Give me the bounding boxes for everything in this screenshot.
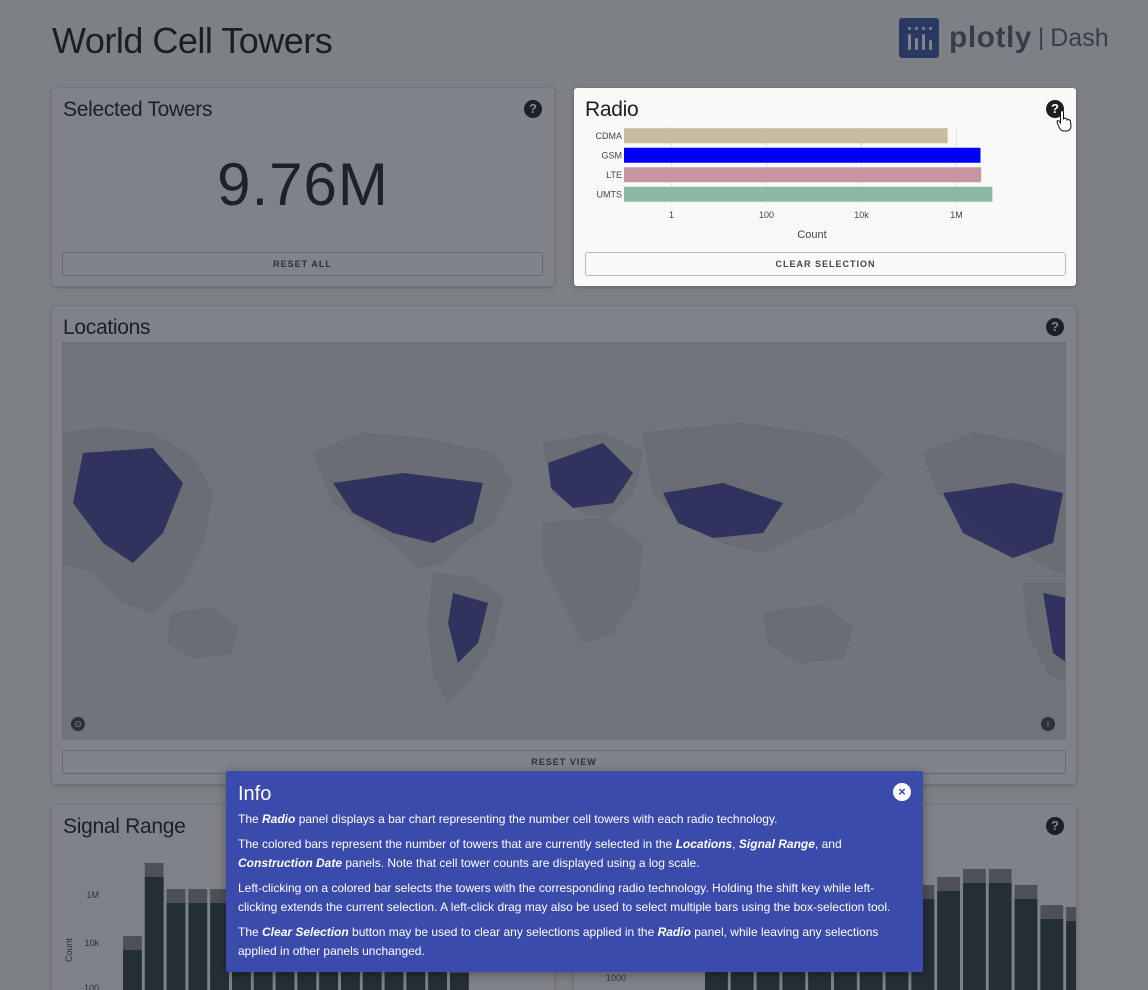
tick-label: 10k [84, 938, 99, 948]
category-label: GSM [601, 150, 622, 160]
x-tick-label: 10k [854, 210, 869, 220]
reset-all-button[interactable]: RESET ALL [62, 252, 543, 276]
x-tick-label: 100 [759, 210, 774, 220]
selected-count: 9.76M [217, 151, 389, 218]
modal-body: The Radio panel displays a bar chart rep… [238, 810, 910, 967]
bar-cdma[interactable] [624, 128, 948, 144]
tick-label: 1000 [606, 973, 626, 983]
selected-towers-card: Selected Towers ? 9.76M RESET ALL [52, 88, 554, 286]
info-modal: Info × The Radio panel displays a bar ch… [226, 771, 923, 972]
info-paragraph: Left-clicking on a colored bar selects t… [238, 881, 891, 914]
card-title: Selected Towers [63, 98, 213, 121]
histogram-bar [937, 891, 960, 990]
bar-gsm[interactable] [624, 147, 981, 163]
card-title: Radio [585, 98, 639, 121]
histogram-bar [450, 973, 469, 990]
card-title: Locations [63, 316, 151, 339]
info-icon[interactable]: i [1041, 717, 1055, 731]
histogram-bar [1014, 899, 1038, 990]
histogram-bar [144, 877, 164, 990]
info-paragraph: The colored bars represent the number of… [238, 837, 842, 870]
info-paragraph: The Clear Selection button may be used t… [238, 925, 879, 958]
histogram-bar [988, 883, 1012, 990]
x-axis-label: Count [797, 229, 826, 241]
histogram-bar [166, 903, 186, 990]
category-label: CDMA [596, 131, 623, 141]
bar-umts[interactable] [624, 186, 993, 202]
histogram-bar [963, 883, 986, 990]
radio-card: Radio ? CDMA GSM LTE UMTS 1 100 10k 1M Count C… [574, 88, 1076, 286]
plotly-logo-icon [899, 18, 939, 58]
plotly-dash-logo[interactable]: plotly | Dash [899, 18, 1109, 58]
tick-label: 100 [84, 983, 99, 990]
clear-selection-button[interactable]: CLEAR SELECTION [585, 252, 1066, 276]
page-title: World Cell Towers [52, 20, 333, 61]
locations-card: Locations ? ⊙ i RESET VIEW [52, 306, 1076, 784]
close-circle-icon[interactable]: × [893, 783, 911, 801]
mapbox-logo-icon[interactable]: ⊙ [71, 717, 85, 731]
histogram-bar [1066, 921, 1076, 990]
histogram-bar [188, 903, 208, 990]
logo-separator: | [1038, 24, 1045, 51]
logo-word: plotly [949, 21, 1032, 54]
world-map-svg [63, 422, 1065, 704]
category-label: LTE [606, 170, 622, 180]
info-paragraph: The Radio panel displays a bar chart rep… [238, 812, 778, 826]
bar-lte[interactable] [624, 167, 982, 183]
category-label: UMTS [597, 189, 623, 199]
modal-title: Info [238, 783, 272, 805]
x-tick-label: 1 [669, 210, 674, 220]
logo-dash: Dash [1050, 23, 1109, 52]
x-tick-label: 1M [950, 210, 963, 220]
y-axis-label: Count [64, 938, 74, 963]
histogram-bar [123, 950, 142, 990]
world-map[interactable]: ⊙ i [62, 342, 1066, 740]
histogram-bar [1040, 919, 1064, 990]
question-circle-icon[interactable]: ? [524, 100, 542, 118]
tick-label: 1M [86, 890, 99, 900]
hand-cursor-icon [1056, 110, 1072, 132]
question-circle-icon[interactable]: ? [1046, 318, 1064, 336]
